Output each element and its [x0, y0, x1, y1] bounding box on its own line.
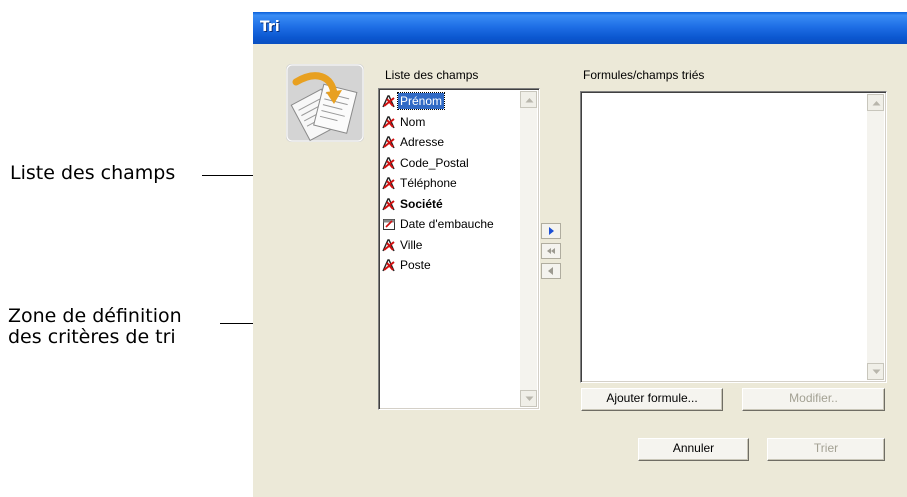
field-list-label: Liste des champs — [385, 68, 479, 82]
text-field-icon — [382, 95, 395, 108]
scroll-down-button[interactable] — [867, 363, 884, 380]
field-item-poste[interactable]: Poste — [382, 255, 517, 276]
text-field-icon — [382, 198, 395, 211]
callout-criteria-line2: des critères de tri — [8, 326, 176, 348]
field-item-code-postal[interactable]: Code_Postal — [382, 153, 517, 174]
field-item-label: Date d'embauche — [400, 217, 494, 232]
text-field-icon — [382, 177, 395, 190]
text-field-icon — [382, 239, 395, 252]
field-item-nom[interactable]: Nom — [382, 112, 517, 133]
text-field-icon — [382, 157, 395, 170]
arrow-right-icon — [549, 227, 554, 235]
field-list[interactable]: Prénom Nom Adresse Code_Postal Téléphone… — [378, 88, 540, 410]
field-item-label: Société — [400, 196, 443, 211]
add-formula-button[interactable]: Ajouter formule... — [581, 388, 723, 411]
sort-button[interactable]: Trier — [767, 438, 885, 461]
scroll-up-button[interactable] — [867, 94, 884, 111]
scroll-up-button[interactable] — [520, 91, 537, 108]
text-field-icon — [382, 136, 395, 149]
date-field-icon — [383, 219, 395, 231]
field-list-scrollbar[interactable] — [520, 91, 537, 407]
cancel-button[interactable]: Annuler — [638, 438, 749, 461]
sorted-list-scrollbar[interactable] — [867, 94, 884, 380]
double-arrow-left-icon — [547, 248, 555, 254]
window-title: Tri — [260, 19, 280, 35]
sort-dialog: Tri Liste des champs Prénom Nom Adresse … — [253, 12, 907, 497]
title-bar[interactable]: Tri — [253, 12, 907, 44]
sorted-fields-label: Formules/champs triés — [583, 68, 705, 82]
field-item-societe[interactable]: Société — [382, 194, 517, 215]
field-item-label: Poste — [400, 258, 431, 273]
callout-field-list: Liste des champs — [10, 162, 176, 184]
field-item-label: Ville — [400, 237, 423, 252]
field-item-ville[interactable]: Ville — [382, 235, 517, 256]
sort-documents-icon — [286, 64, 364, 142]
modify-button[interactable]: Modifier.. — [742, 388, 885, 411]
scroll-down-button[interactable] — [520, 390, 537, 407]
field-item-prenom[interactable]: Prénom — [382, 91, 517, 112]
field-list-items: Prénom Nom Adresse Code_Postal Téléphone… — [382, 91, 517, 276]
text-field-icon — [382, 259, 395, 272]
text-field-icon — [382, 116, 395, 129]
field-item-date-embauche[interactable]: Date d'embauche — [382, 214, 517, 235]
field-item-label: Nom — [400, 114, 426, 129]
field-item-label: Prénom — [396, 92, 446, 111]
field-item-label: Adresse — [400, 135, 445, 150]
remove-all-button[interactable] — [541, 243, 561, 259]
arrow-up-icon — [872, 101, 881, 106]
arrow-left-icon — [548, 267, 553, 275]
remove-field-button[interactable] — [541, 263, 561, 279]
arrow-down-icon — [872, 369, 881, 374]
arrow-down-icon — [525, 396, 534, 401]
sorted-fields-list[interactable] — [580, 91, 887, 383]
field-item-telephone[interactable]: Téléphone — [382, 173, 517, 194]
arrow-up-icon — [525, 98, 534, 103]
add-field-button[interactable] — [541, 223, 561, 239]
callout-criteria-line1: Zone de définition — [8, 305, 182, 327]
field-item-label: Code_Postal — [400, 155, 469, 170]
field-item-adresse[interactable]: Adresse — [382, 132, 517, 153]
field-item-label: Téléphone — [400, 176, 457, 191]
